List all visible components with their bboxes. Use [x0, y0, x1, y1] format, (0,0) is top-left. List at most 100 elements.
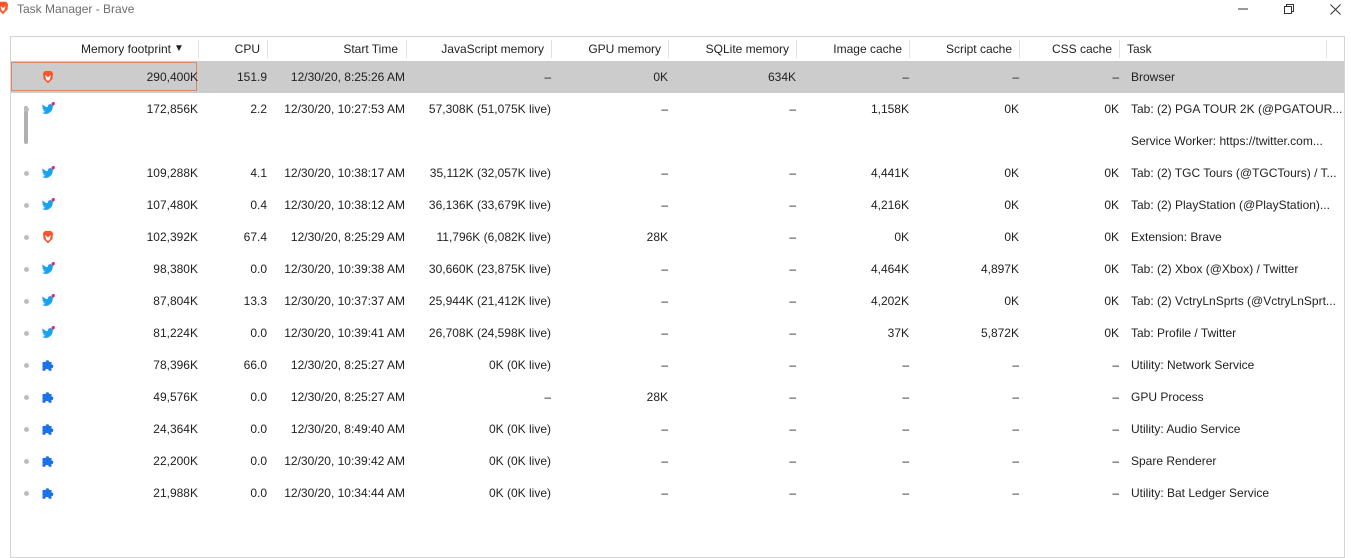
script-cache-cell: 0K [1004, 102, 1019, 116]
sqlite-memory-cell: – [789, 198, 796, 212]
sqlite-memory-cell: – [789, 262, 796, 276]
table-row[interactable]: 24,364K 0.0 12/30/20, 8:49:40 AM 0K (0K liv… [11, 413, 1344, 445]
column-divider[interactable] [267, 40, 268, 58]
column-divider[interactable] [1019, 40, 1020, 58]
task-cell: Utility: Network Service [1131, 358, 1255, 372]
col-sqlite-memory-header[interactable]: SQLite memory [706, 42, 789, 56]
table-row[interactable]: 22,200K 0.0 12/30/20, 10:39:42 AM 0K (0K li… [11, 445, 1344, 477]
col-task-header[interactable]: Task [1127, 42, 1152, 56]
column-divider[interactable] [406, 40, 407, 58]
task-cell: Utility: Audio Service [1131, 422, 1241, 436]
script-cache-cell: – [1012, 422, 1019, 436]
javascript-memory-cell: 36,136K (33,679K live) [428, 198, 551, 212]
image-cache-cell: 4,441K [870, 166, 909, 180]
col-cpu-header[interactable]: CPU [235, 42, 260, 56]
sqlite-memory-cell: – [789, 358, 796, 372]
table-row[interactable]: 290,400K 151.9 12/30/20, 8:25:26 AM – 0K 634K… [11, 61, 1344, 93]
table-row[interactable]: 98,380K 0.0 12/30/20, 10:39:38 AM 30,660K (… [11, 253, 1344, 285]
col-javascript-memory-header[interactable]: JavaScript memory [441, 42, 544, 56]
start-time-cell: 12/30/20, 10:38:17 AM [284, 166, 405, 180]
group-bullet [24, 203, 29, 208]
column-divider[interactable] [909, 40, 910, 58]
css-cache-cell: 0K [1104, 326, 1119, 340]
table-row[interactable]: 107,480K 0.4 12/30/20, 10:38:12 AM 36,136K … [11, 189, 1344, 221]
task-cell: Tab: (2) PlayStation (@PlayStation)... [1131, 198, 1330, 212]
column-divider[interactable] [198, 40, 199, 58]
task-cell: Tab: (2) VctryLnSprts (@VctryLnSprt... [1131, 294, 1336, 308]
col-memory-footprint-header[interactable]: Memory footprint [81, 42, 171, 56]
twitter-bird-icon [41, 262, 55, 276]
column-divider[interactable] [551, 40, 552, 58]
script-cache-cell: – [1012, 390, 1019, 404]
memory-footprint-cell: 87,804K [153, 294, 198, 308]
group-bullet [24, 427, 29, 432]
sqlite-memory-cell: – [789, 454, 796, 468]
sqlite-memory-cell: – [789, 294, 796, 308]
javascript-memory-cell: 25,944K (21,412K live) [428, 294, 551, 308]
css-cache-cell: 0K [1104, 102, 1119, 116]
gpu-memory-cell: – [661, 422, 668, 436]
minimize-button[interactable] [1220, 0, 1266, 18]
task-cell: Tab: (2) TGC Tours (@TGCTours) / T... [1131, 166, 1337, 180]
gpu-memory-cell: – [661, 198, 668, 212]
sqlite-memory-cell: – [789, 326, 796, 340]
table-row[interactable]: 87,804K 13.3 12/30/20, 10:37:37 AM 25,944K … [11, 285, 1344, 317]
css-cache-cell: – [1112, 422, 1119, 436]
task-cell: Tab: (2) PGA TOUR 2K (@PGATOUR... [1131, 102, 1343, 116]
col-gpu-memory-header[interactable]: GPU memory [588, 42, 661, 56]
start-time-cell: 12/30/20, 8:25:27 AM [290, 358, 405, 372]
puzzle-piece-icon [41, 358, 55, 372]
restore-button[interactable] [1266, 0, 1312, 18]
memory-footprint-cell: 172,856K [146, 102, 198, 116]
group-bullet [24, 491, 29, 496]
script-cache-cell: – [1012, 70, 1019, 84]
group-bullet [24, 363, 29, 368]
table-row[interactable]: Service Worker: https://twitter.com... [11, 125, 1344, 157]
title-bar: Task Manager - Brave [0, 0, 1351, 32]
gpu-memory-cell: 0K [653, 70, 668, 84]
column-divider[interactable] [1326, 40, 1327, 58]
table-row[interactable]: 78,396K 66.0 12/30/20, 8:25:27 AM 0K (0K li… [11, 349, 1344, 381]
start-time-cell: 12/30/20, 8:25:26 AM [290, 70, 405, 84]
image-cache-cell: 1,158K [870, 102, 909, 116]
start-time-cell: 12/30/20, 10:38:12 AM [284, 198, 405, 212]
puzzle-piece-icon [41, 454, 55, 468]
gpu-memory-cell: – [661, 102, 668, 116]
image-cache-cell: – [902, 454, 909, 468]
col-css-cache-header[interactable]: CSS cache [1052, 42, 1112, 56]
col-image-cache-header[interactable]: Image cache [833, 42, 902, 56]
table-row[interactable]: 49,576K 0.0 12/30/20, 8:25:27 AM –28K – – – – GP… [11, 381, 1344, 413]
image-cache-cell: – [902, 422, 909, 436]
task-cell: Service Worker: https://twitter.com... [1131, 134, 1323, 148]
table-row[interactable]: 109,288K 4.1 12/30/20, 10:38:17 AM 35,112K … [11, 157, 1344, 189]
column-divider[interactable] [668, 40, 669, 58]
table-row[interactable]: 81,224K 0.0 12/30/20, 10:39:41 AM 26,708K (… [11, 317, 1344, 349]
table-row[interactable]: 172,856K 2.2 12/30/20, 10:27:53 AM 57,308K … [11, 93, 1344, 125]
css-cache-cell: – [1112, 70, 1119, 84]
css-cache-cell: 0K [1104, 198, 1119, 212]
gpu-memory-cell: – [661, 294, 668, 308]
column-divider[interactable] [796, 40, 797, 58]
start-time-cell: 12/30/20, 8:25:27 AM [290, 390, 405, 404]
group-bullet [24, 331, 29, 336]
memory-footprint-cell: 107,480K [146, 198, 198, 212]
image-cache-cell: 4,216K [870, 198, 909, 212]
sqlite-memory-cell: – [789, 166, 796, 180]
close-button[interactable] [1312, 0, 1351, 18]
memory-footprint-cell: 24,364K [153, 422, 198, 436]
column-divider[interactable] [1119, 40, 1120, 58]
start-time-cell: 12/30/20, 10:37:37 AM [284, 294, 405, 308]
twitter-bird-icon [41, 166, 55, 180]
table-row[interactable]: 102,392K 67.4 12/30/20, 8:25:29 AM 11,796K … [11, 221, 1344, 253]
javascript-memory-cell: 26,708K (24,598K live) [428, 326, 551, 340]
restore-icon [1284, 4, 1294, 14]
col-start-time-header[interactable]: Start Time [343, 42, 398, 56]
script-cache-cell: – [1012, 454, 1019, 468]
start-time-cell: 12/30/20, 8:25:29 AM [290, 230, 405, 244]
table-row[interactable]: 21,988K 0.0 12/30/20, 10:34:44 AM 0K (0K li… [11, 477, 1344, 509]
sqlite-memory-cell: – [789, 102, 796, 116]
image-cache-cell: 4,202K [870, 294, 909, 308]
col-script-cache-header[interactable]: Script cache [946, 42, 1012, 56]
image-cache-cell: 4,464K [870, 262, 909, 276]
gpu-memory-cell: – [661, 486, 668, 500]
